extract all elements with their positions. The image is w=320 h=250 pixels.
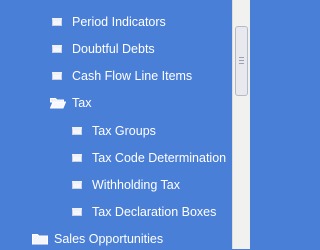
tree-item-withholding-tax[interactable]: Withholding Tax	[72, 174, 180, 196]
document-icon	[52, 45, 62, 53]
document-icon	[72, 154, 82, 162]
document-icon	[52, 72, 62, 80]
tree-item-period-indicators[interactable]: Period Indicators	[52, 11, 166, 33]
tree-item-label: Cash Flow Line Items	[72, 69, 193, 83]
tree-item-label: Tax Groups	[92, 124, 156, 138]
open-folder-icon	[50, 98, 66, 109]
vertical-scrollbar[interactable]	[232, 0, 250, 249]
tree-item-label: Period Indicators	[72, 15, 166, 29]
navigation-tree: Period Indicators Doubtful Debts Cash Fl…	[0, 0, 232, 249]
tree-item-label: Tax	[72, 96, 92, 110]
tree-item-label: Tax Code Determination	[92, 151, 227, 165]
tree-folder-sales-opportunities[interactable]: Sales Opportunities	[32, 228, 163, 250]
document-icon	[72, 181, 82, 189]
document-icon	[72, 208, 82, 216]
tree-item-tax-code-determination[interactable]: Tax Code Determination	[72, 147, 226, 169]
document-icon	[72, 127, 82, 135]
tree-item-doubtful-debts[interactable]: Doubtful Debts	[52, 38, 155, 60]
tree-item-label: Doubtful Debts	[72, 42, 155, 56]
tree-item-tax-declaration-boxes[interactable]: Tax Declaration Boxes	[72, 201, 216, 223]
document-icon	[52, 18, 62, 26]
tree-item-cash-flow-line-items[interactable]: Cash Flow Line Items	[52, 65, 192, 87]
tree-item-label: Sales Opportunities	[54, 232, 164, 246]
tree-folder-tax[interactable]: Tax	[50, 92, 91, 114]
closed-folder-icon	[32, 234, 48, 245]
scrollbar-thumb[interactable]	[235, 26, 248, 96]
partially-visible-item	[44, 0, 84, 1]
tree-item-tax-groups[interactable]: Tax Groups	[72, 120, 156, 142]
tree-item-label: Tax Declaration Boxes	[92, 205, 217, 219]
tree-item-label: Withholding Tax	[92, 178, 181, 192]
